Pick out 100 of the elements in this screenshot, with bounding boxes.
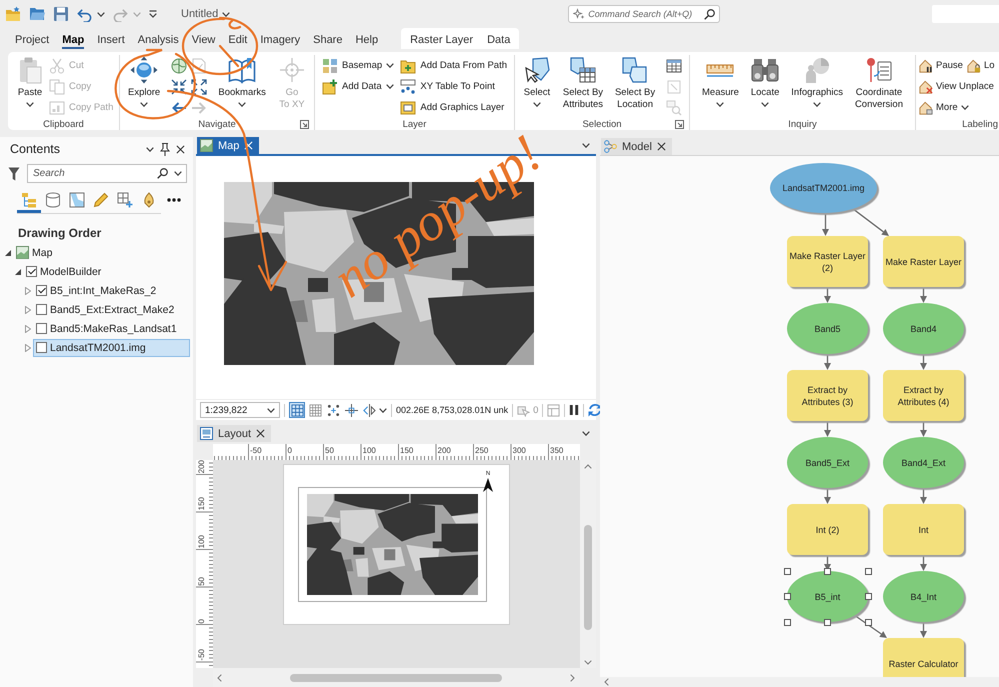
pin-icon[interactable]: [160, 142, 170, 156]
caret-icon[interactable]: [582, 143, 590, 148]
search-field[interactable]: Search: [27, 164, 187, 183]
refresh-icon[interactable]: [588, 403, 602, 417]
scroll-left-icon[interactable]: [217, 674, 222, 682]
ribbon-tab[interactable]: Help: [355, 28, 378, 49]
ribbon-button[interactable]: Coordinate Conversion: [852, 55, 906, 111]
ribbon-button[interactable]: Select By Location: [612, 55, 658, 111]
ribbon-tab[interactable]: Data: [487, 28, 510, 49]
scroll-right-icon[interactable]: [570, 674, 575, 682]
filter-icon[interactable]: [8, 166, 20, 180]
map-tool-button[interactable]: [289, 402, 305, 418]
caret-icon[interactable]: [379, 408, 387, 412]
tree-item[interactable]: Band5_Ext:Extract_Make2: [33, 300, 190, 318]
selection-handle[interactable]: [784, 618, 790, 626]
expander-icon[interactable]: [5, 250, 11, 256]
ribbon-button[interactable]: Pause: [919, 55, 963, 76]
more-icon[interactable]: [167, 198, 181, 202]
folder-star-icon[interactable]: [5, 6, 21, 22]
selection-handle[interactable]: [784, 593, 790, 600]
ribbon-tab[interactable]: Raster Layer: [410, 28, 474, 49]
ribbon-tab[interactable]: Edit: [228, 28, 248, 49]
map-tool-button[interactable]: [343, 402, 359, 418]
ribbon-tab[interactable]: Share: [313, 28, 342, 49]
undo-icon[interactable]: [77, 6, 92, 22]
folder-icon[interactable]: [29, 6, 45, 22]
tree-item[interactable]: B5_int:Int_MakeRas_2: [33, 282, 190, 300]
globe-icon[interactable]: [171, 58, 188, 74]
ribbon-button[interactable]: Add Data From Path: [398, 55, 509, 76]
checkbox[interactable]: [26, 266, 37, 277]
tree-item[interactable]: ModelBuilder: [23, 262, 190, 280]
scrollbar-thumb[interactable]: [290, 674, 502, 682]
close-icon[interactable]: [256, 429, 266, 438]
ribbon-button[interactable]: Add Graphics Layer: [398, 97, 509, 118]
caret-icon[interactable]: [146, 146, 154, 152]
ribbon-button[interactable]: Select By Attributes: [560, 55, 606, 111]
ribbon-button[interactable]: View Unplace: [919, 76, 994, 97]
tree-item[interactable]: LandsatTM2001.img: [33, 338, 190, 356]
ribbon-button[interactable]: XY Table To Point: [398, 76, 509, 97]
ribbon-tab[interactable]: Project: [15, 28, 50, 49]
ribbon-button[interactable]: Explore: [125, 55, 164, 107]
expander-icon[interactable]: [15, 268, 21, 274]
map-tool-button[interactable]: [361, 402, 377, 418]
sparkle-icon: [573, 8, 586, 20]
selection-handle[interactable]: [784, 568, 790, 574]
ribbon-button[interactable]: Bookmarks: [215, 55, 269, 107]
checkbox[interactable]: [36, 342, 47, 353]
save-icon[interactable]: [53, 6, 69, 22]
scale-dropdown[interactable]: 1:239,822: [200, 402, 280, 418]
pane-tab[interactable]: Model: [601, 138, 672, 155]
layer-name: Map: [32, 246, 52, 258]
ribbon-button[interactable]: Add Data: [320, 76, 396, 97]
ribbon-button[interactable]: Lo: [966, 55, 995, 76]
close-icon[interactable]: [176, 144, 185, 154]
overlapping-polygons-icon: [621, 56, 650, 84]
document-title-menu[interactable]: Untitled: [181, 4, 230, 24]
map-tool-button[interactable]: [307, 402, 323, 418]
dialog-launcher-icon[interactable]: [675, 120, 684, 128]
caret-icon[interactable]: [582, 431, 590, 436]
arrows-outward-icon[interactable]: [191, 78, 208, 94]
bar-caret-icon[interactable]: [149, 10, 157, 18]
caret-icon[interactable]: [97, 12, 105, 16]
ribbon-tab[interactable]: Insert: [97, 28, 125, 49]
scroll-left-icon[interactable]: [604, 678, 609, 686]
output-data-node: Band5: [787, 303, 868, 354]
selection-handle[interactable]: [824, 568, 831, 574]
pie-chart-person-icon: [803, 56, 832, 84]
scroll-up-icon[interactable]: [584, 464, 592, 469]
ribbon-button[interactable]: Measure: [699, 55, 742, 107]
ribbon-tab[interactable]: Imagery: [260, 28, 300, 49]
scroll-down-icon[interactable]: [584, 660, 592, 665]
checkbox[interactable]: [36, 323, 47, 334]
checkbox[interactable]: [36, 285, 47, 296]
ruler-label: 350: [550, 446, 564, 455]
cursor-polygon-icon: [523, 56, 551, 84]
selection-handle[interactable]: [864, 568, 872, 574]
scrollbar-thumb[interactable]: [584, 525, 592, 630]
ribbon-button[interactable]: Paste: [13, 55, 47, 107]
points-table-icon: [400, 78, 416, 94]
map-tool-button[interactable]: [325, 402, 341, 418]
pause-icon[interactable]: [569, 404, 580, 416]
ribbon-tab[interactable]: View: [192, 28, 216, 49]
tree-item[interactable]: Band5:MakeRas_Landsat1: [33, 320, 190, 338]
checkbox[interactable]: [36, 304, 47, 315]
ribbon-button[interactable]: Select: [520, 55, 554, 107]
dialog-launcher-icon[interactable]: [300, 120, 309, 128]
ribbon-button[interactable]: Infographics: [788, 55, 846, 107]
ribbon-button[interactable]: Locate: [748, 55, 782, 107]
ribbon-tab[interactable]: Map: [62, 28, 84, 49]
close-icon[interactable]: [656, 142, 666, 151]
command-search-field[interactable]: Command Search (Alt+Q): [568, 5, 720, 23]
table-icon[interactable]: [666, 58, 682, 74]
ribbon-button[interactable]: Basemap: [320, 55, 396, 76]
tree-item[interactable]: Map: [13, 244, 190, 262]
selection-handle[interactable]: [864, 618, 872, 626]
arrows-inward-icon[interactable]: [171, 78, 188, 94]
ribbon-tab[interactable]: Analysis: [138, 28, 179, 49]
ribbon-button[interactable]: More: [919, 97, 969, 118]
pane-tab[interactable]: Layout: [197, 425, 272, 442]
pane-tab[interactable]: Map: [197, 137, 260, 154]
